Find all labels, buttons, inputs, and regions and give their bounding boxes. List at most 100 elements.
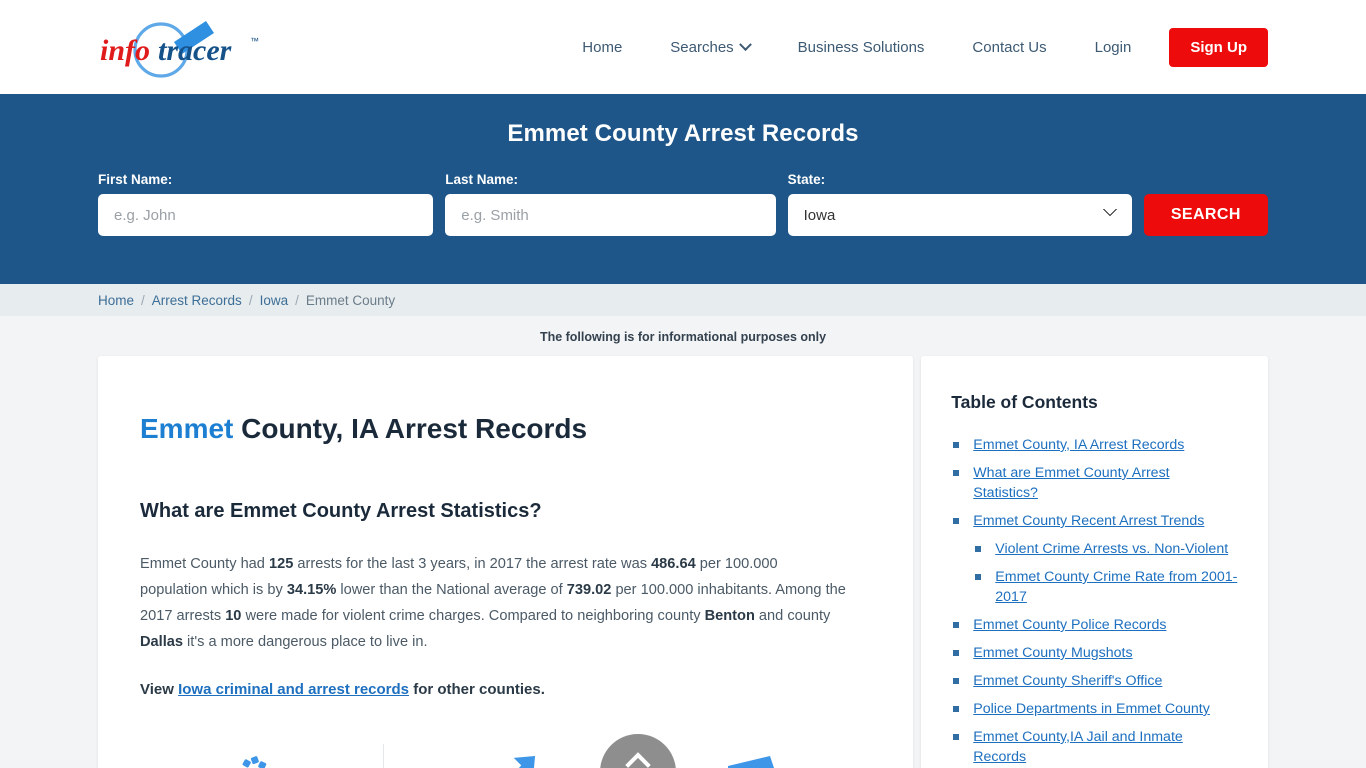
view-other-counties-line: View Iowa criminal and arrest records fo… bbox=[140, 681, 871, 698]
logo-icon: info tracer ™ bbox=[100, 21, 259, 78]
p-text: Emmet County had bbox=[140, 555, 269, 572]
toc-title: Table of Contents bbox=[951, 392, 1098, 412]
toc-subitem: Violent Crime Arrests vs. Non-Violent bbox=[973, 539, 1238, 559]
arrest-trend-chart-icon bbox=[513, 755, 535, 768]
nav-item-home[interactable]: Home bbox=[558, 39, 646, 56]
page-title-rest: County, IA Arrest Records bbox=[233, 413, 588, 444]
arrest-search-form: First Name: Last Name: State: Iowa SEARC… bbox=[98, 172, 1269, 236]
svg-text:info: info bbox=[100, 34, 150, 67]
toc-item: Emmet County Recent Arrest Trends Violen… bbox=[951, 511, 1238, 607]
state-field-group: State: Iowa bbox=[787, 172, 1132, 236]
toc-item: Emmet County Mugshots bbox=[951, 643, 1238, 663]
toc-link-arrest-records[interactable]: Emmet County, IA Arrest Records bbox=[973, 437, 1184, 453]
toc-subitem: Emmet County Crime Rate from 2001-2017 bbox=[973, 567, 1238, 607]
nav-item-login[interactable]: Login bbox=[1071, 39, 1156, 56]
sign-up-button[interactable]: Sign Up bbox=[1169, 27, 1268, 67]
gun-icon bbox=[727, 755, 774, 768]
main-content-card: Emmet County, IA Arrest Records What are… bbox=[98, 356, 914, 768]
infotracer-logo[interactable]: info tracer ™ bbox=[98, 0, 268, 94]
toc-item: Police Departments in Emmet County bbox=[951, 699, 1238, 719]
first-name-field-group: First Name: bbox=[98, 172, 434, 236]
breadcrumb-separator: / bbox=[141, 292, 145, 308]
nav-label: Home bbox=[582, 38, 623, 56]
first-name-label: First Name: bbox=[98, 172, 173, 187]
toc-item: Emmet County, IA Arrest Records bbox=[951, 435, 1238, 455]
iowa-criminal-records-link[interactable]: Iowa criminal and arrest records bbox=[178, 681, 409, 698]
bullet-icon bbox=[953, 470, 960, 476]
toc-link-violent-vs-nonviolent[interactable]: Violent Crime Arrests vs. Non-Violent bbox=[995, 541, 1228, 557]
toc-link-crime-rate-2001-2017[interactable]: Emmet County Crime Rate from 2001-2017 bbox=[995, 569, 1237, 605]
bullet-icon bbox=[953, 734, 960, 740]
view-suffix: for other counties. bbox=[409, 680, 545, 698]
toc-link-sheriffs-office[interactable]: Emmet County Sheriff's Office bbox=[973, 673, 1162, 689]
stat-percent-lower: 34.15% bbox=[286, 581, 337, 598]
toc-item: What are Emmet County Arrest Statistics? bbox=[951, 463, 1238, 503]
p-text: arrests for the last 3 years, in 2017 th… bbox=[293, 555, 652, 572]
breadcrumb-item-emmet-county: Emmet County bbox=[305, 292, 396, 308]
p-text: and county bbox=[754, 607, 831, 624]
toc-link-mugshots[interactable]: Emmet County Mugshots bbox=[973, 645, 1132, 661]
chevron-down-icon bbox=[738, 37, 752, 51]
statistics-subheading: What are Emmet County Arrest Statistics? bbox=[140, 499, 542, 522]
toc-list: Emmet County, IA Arrest Records What are… bbox=[951, 435, 1238, 767]
p-text: lower than the National average of bbox=[336, 581, 567, 598]
bullet-icon bbox=[953, 622, 960, 628]
search-button[interactable]: SEARCH bbox=[1143, 194, 1269, 236]
statistics-paragraph: Emmet County had 125 arrests for the las… bbox=[140, 551, 846, 655]
stat-arrests-count: 125 bbox=[268, 555, 294, 572]
nav-item-searches[interactable]: Searches bbox=[646, 37, 773, 56]
breadcrumb-separator: / bbox=[295, 292, 299, 308]
toc-sublist: Violent Crime Arrests vs. Non-Violent Em… bbox=[973, 539, 1238, 607]
bullet-icon bbox=[975, 546, 982, 552]
page-title-accent: Emmet bbox=[140, 413, 234, 444]
bullet-icon bbox=[953, 706, 960, 712]
p-text: were made for violent crime charges. Com… bbox=[241, 607, 705, 624]
toc-item: Emmet County Police Records bbox=[951, 615, 1238, 635]
bullet-icon bbox=[975, 574, 982, 580]
nav-label: Contact Us bbox=[972, 38, 1047, 56]
page-layout: Emmet County, IA Arrest Records What are… bbox=[0, 356, 1366, 768]
toc-link-recent-arrest-trends[interactable]: Emmet County Recent Arrest Trends bbox=[973, 513, 1204, 529]
neighbor-county-2: Dallas bbox=[140, 633, 183, 650]
first-name-input[interactable] bbox=[98, 194, 434, 236]
scroll-to-top-button[interactable] bbox=[600, 734, 676, 768]
toc-link-police-records[interactable]: Emmet County Police Records bbox=[973, 617, 1166, 633]
handcuffs-icon bbox=[238, 755, 271, 768]
toc-item: Emmet County Sheriff's Office bbox=[951, 671, 1238, 691]
stat-national-average: 739.02 bbox=[566, 581, 612, 598]
nav-label: Searches bbox=[670, 38, 734, 56]
chevron-up-icon bbox=[625, 752, 651, 768]
feature-icon-row bbox=[140, 743, 871, 768]
breadcrumb-item-arrest-records[interactable]: Arrest Records bbox=[152, 293, 242, 308]
bullet-icon bbox=[953, 518, 960, 524]
nav-item-business-solutions[interactable]: Business Solutions bbox=[774, 39, 949, 56]
table-of-contents-card: Table of Contents Emmet County, IA Arres… bbox=[921, 356, 1268, 768]
informational-notice: The following is for informational purpo… bbox=[539, 330, 827, 344]
breadcrumb-item-home[interactable]: Home bbox=[98, 293, 134, 308]
breadcrumb: Home / Arrest Records / Iowa / Emmet Cou… bbox=[0, 284, 1366, 316]
bullet-icon bbox=[953, 442, 960, 448]
toc-link-arrest-statistics[interactable]: What are Emmet County Arrest Statistics? bbox=[973, 465, 1169, 501]
p-text: it's a more dangerous place to live in. bbox=[183, 633, 428, 650]
last-name-field-group: Last Name: bbox=[445, 172, 776, 236]
page-title: Emmet County, IA Arrest Records bbox=[140, 412, 871, 446]
site-header: info tracer ™ Home Searches Business Sol… bbox=[0, 0, 1366, 94]
breadcrumb-item-iowa[interactable]: Iowa bbox=[260, 293, 289, 308]
search-banner: Emmet County Arrest Records First Name: … bbox=[0, 94, 1366, 284]
toc-link-police-departments[interactable]: Police Departments in Emmet County bbox=[973, 701, 1210, 717]
bullet-icon bbox=[953, 678, 960, 684]
last-name-input[interactable] bbox=[445, 194, 776, 236]
bullet-icon bbox=[953, 650, 960, 656]
svg-text:tracer: tracer bbox=[158, 34, 232, 67]
feature-cell-arrest-records bbox=[140, 744, 383, 768]
state-label: State: bbox=[787, 172, 826, 187]
last-name-label: Last Name: bbox=[445, 172, 519, 187]
nav-item-contact-us[interactable]: Contact Us bbox=[948, 39, 1070, 56]
toc-link-jail-inmate-records[interactable]: Emmet County,IA Jail and Inmate Records bbox=[973, 729, 1183, 765]
nav-label: Login bbox=[1094, 38, 1132, 56]
stat-arrest-rate: 486.64 bbox=[651, 555, 696, 572]
svg-text:™: ™ bbox=[250, 36, 259, 46]
stat-violent-count: 10 bbox=[225, 607, 242, 624]
breadcrumb-separator: / bbox=[248, 292, 253, 308]
state-select[interactable]: Iowa bbox=[787, 194, 1132, 236]
